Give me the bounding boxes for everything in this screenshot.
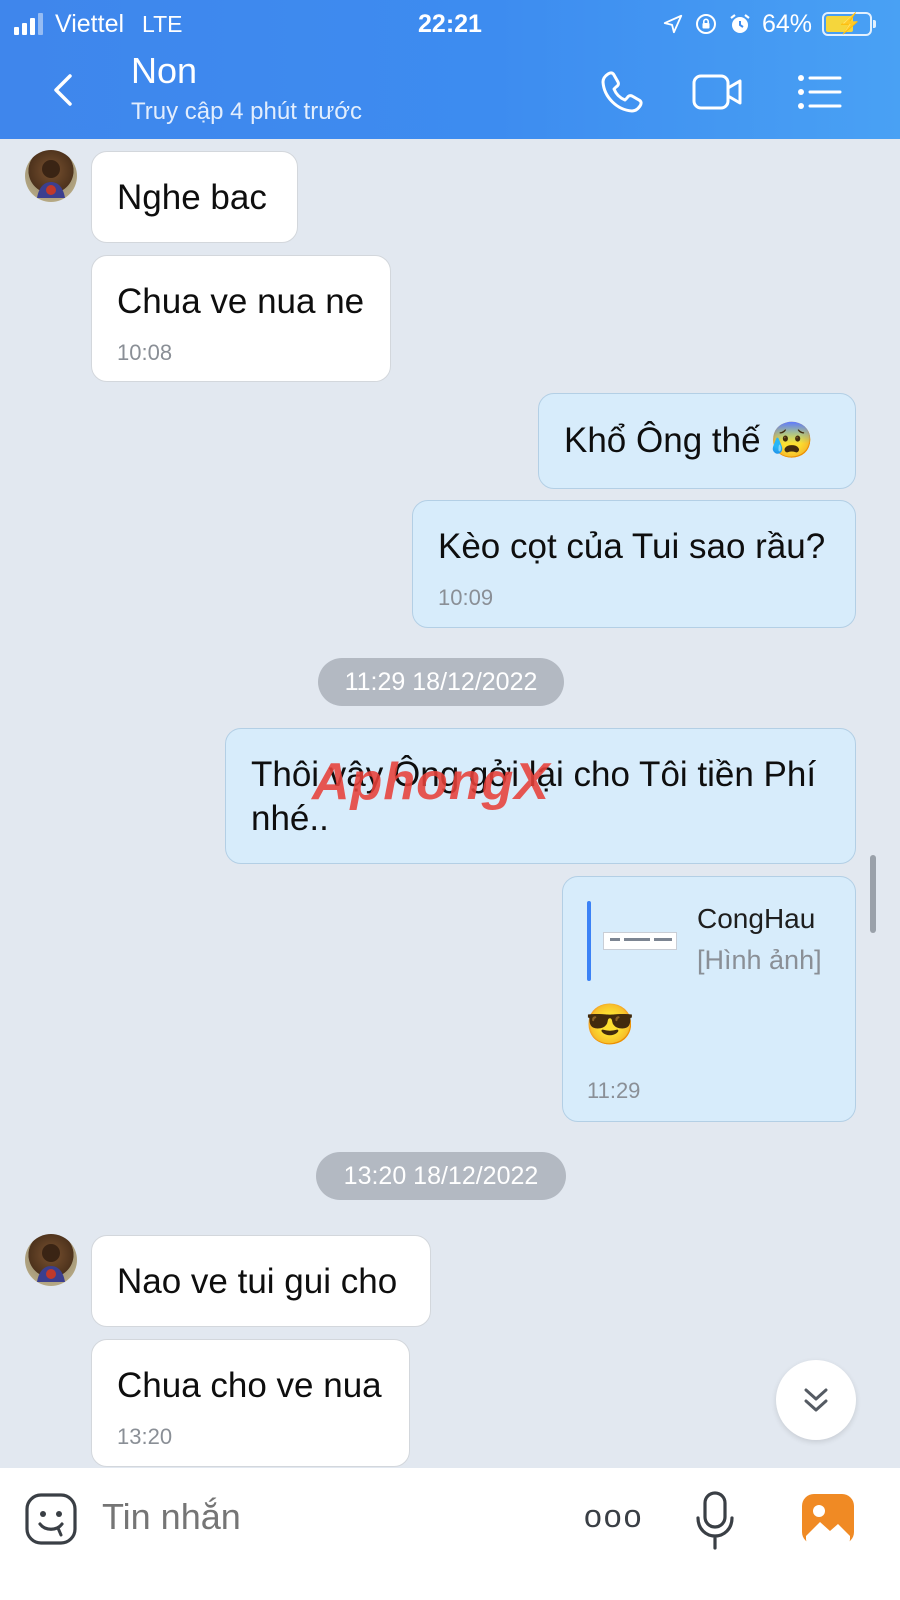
message-input[interactable] xyxy=(102,1496,402,1538)
contact-avatar[interactable] xyxy=(25,1234,77,1286)
double-chevron-down-icon xyxy=(804,1388,828,1412)
message-text: Khổ Ông thế 😰 xyxy=(564,421,814,460)
aphongx-watermark: AphongX xyxy=(312,753,551,811)
anxious-face-emoji: 😰 xyxy=(770,421,814,460)
alarm-icon xyxy=(730,14,750,33)
gallery-image-icon[interactable] xyxy=(800,1492,856,1546)
battery-percent: 64% xyxy=(761,9,812,38)
more-dots-icon[interactable]: ooo xyxy=(584,1498,643,1535)
menu-list-icon[interactable] xyxy=(790,64,846,120)
message-text: Nao ve tui gui cho xyxy=(117,1262,398,1301)
message-text: Kèo cọt của Tui sao rầu? xyxy=(438,527,826,566)
phone-call-icon[interactable] xyxy=(594,64,650,120)
status-bar: Viettel LTE 22:21 64% ⚡ xyxy=(0,8,900,40)
contact-avatar[interactable] xyxy=(25,150,77,202)
message-text: Nghe bac xyxy=(117,178,267,217)
date-divider: 13:20 18/12/2022 xyxy=(316,1152,566,1200)
received-message-bubble[interactable]: Chua cho ve nua 13:20 xyxy=(91,1339,410,1467)
quoted-image-thumbnail[interactable] xyxy=(603,932,677,950)
received-message-bubble[interactable]: Chua ve nua ne 10:08 xyxy=(91,255,391,382)
received-message-bubble[interactable]: Nghe bac xyxy=(91,151,298,243)
back-chevron-icon[interactable] xyxy=(42,68,86,112)
sticker-face-icon[interactable] xyxy=(24,1492,78,1546)
message-text: Chua cho ve nua xyxy=(117,1366,382,1405)
received-message-bubble[interactable]: Nao ve tui gui cho xyxy=(91,1235,431,1327)
quoted-content-type: [Hình ảnh] xyxy=(697,945,822,975)
video-call-icon[interactable] xyxy=(690,64,746,120)
quote-indicator-bar xyxy=(587,901,591,981)
microphone-icon[interactable] xyxy=(692,1490,738,1552)
scroll-to-bottom-button[interactable] xyxy=(776,1360,856,1440)
message-text: Chua ve nua ne xyxy=(117,282,365,321)
battery-charging-icon: ⚡ xyxy=(822,12,876,36)
location-arrow-icon xyxy=(663,14,683,34)
message-input-bar: ooo xyxy=(0,1468,900,1600)
message-time: 10:08 xyxy=(117,340,173,365)
chat-header: Viettel LTE 22:21 64% ⚡ Non Truy cập 4 p… xyxy=(0,0,900,139)
scrollbar[interactable] xyxy=(870,855,876,933)
date-divider: 11:29 18/12/2022 xyxy=(318,658,564,706)
contact-name[interactable]: Non xyxy=(131,50,197,92)
sent-message-bubble[interactable]: Kèo cọt của Tui sao rầu? 10:09 xyxy=(412,500,856,628)
last-seen-status: Truy cập 4 phút trước xyxy=(131,98,362,125)
message-time: 11:29 xyxy=(587,1078,641,1103)
orientation-lock-icon xyxy=(695,14,716,34)
message-time: 13:20 xyxy=(117,1424,173,1449)
sunglasses-face-emoji: 😎 xyxy=(585,1003,635,1047)
message-time: 10:09 xyxy=(438,585,494,610)
sent-message-bubble[interactable]: Khổ Ông thế 😰 xyxy=(538,393,856,489)
quoted-sender-name: CongHau xyxy=(697,903,816,934)
sent-reply-bubble[interactable]: CongHau [Hình ảnh] 😎 11:29 xyxy=(562,876,856,1122)
